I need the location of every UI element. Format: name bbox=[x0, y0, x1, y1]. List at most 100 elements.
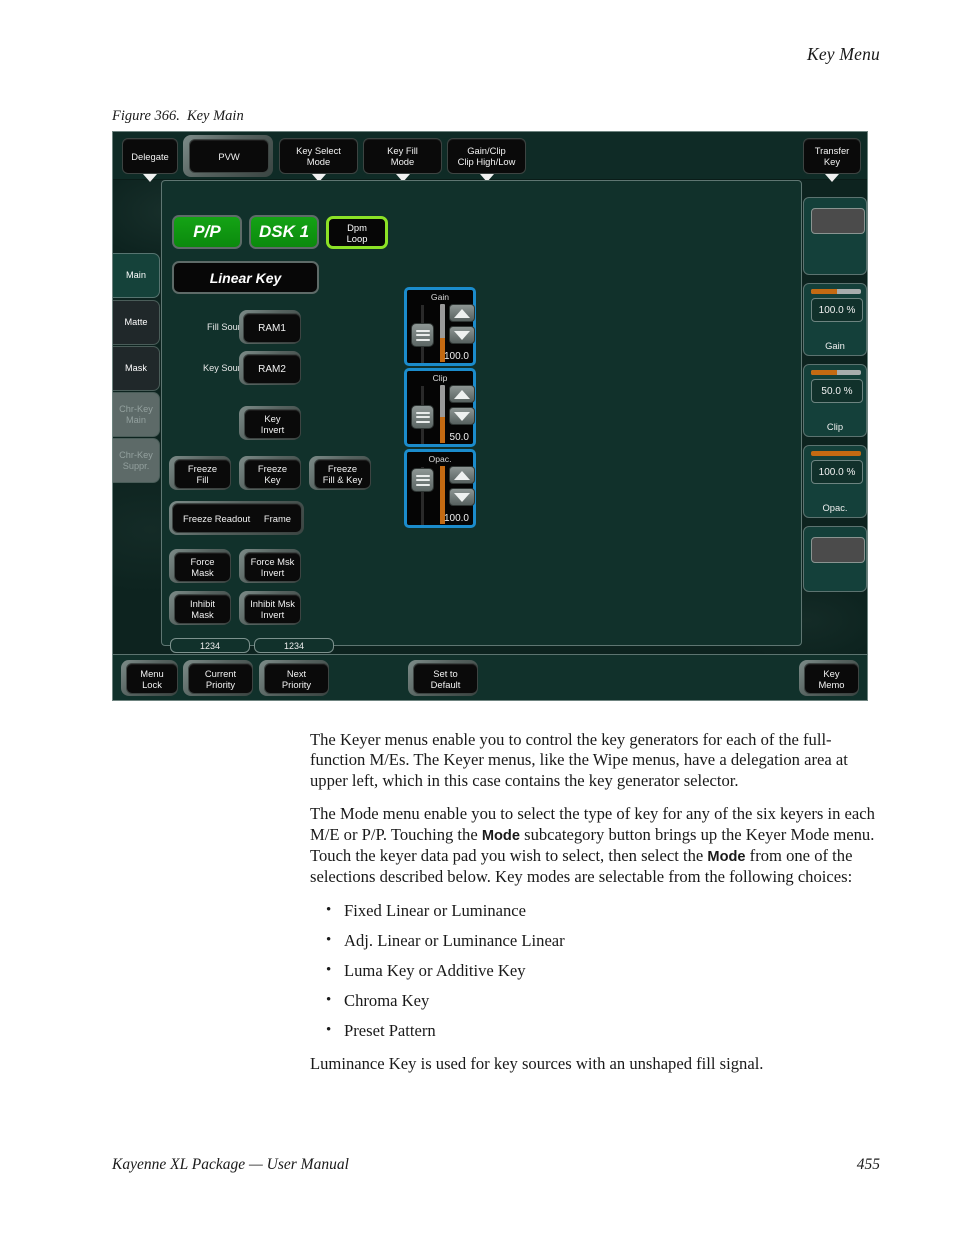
sidebar-item-chroma-key-main-label: Chr-Key Main bbox=[119, 403, 153, 425]
list-item: Fixed Linear or Luminance bbox=[310, 900, 880, 921]
opacity-decrement-button[interactable] bbox=[449, 488, 475, 506]
fill-source-value-label: RAM1 bbox=[258, 322, 286, 334]
sidebar-item-chroma-key-suppr-label: Chr-Key Suppr. bbox=[119, 449, 153, 471]
keyer-dpm-loop-button[interactable]: Dpm Loop bbox=[326, 216, 388, 249]
next-priority-button[interactable]: Next Priority bbox=[264, 663, 329, 694]
soft-knob-5[interactable] bbox=[803, 526, 867, 592]
figure-number: Figure 366. bbox=[112, 108, 180, 124]
triangle-up-icon bbox=[454, 470, 470, 480]
keyer-dsk1-button[interactable]: DSK 1 bbox=[249, 215, 319, 249]
clip-increment-button[interactable] bbox=[449, 385, 475, 403]
key-type-button[interactable]: Linear Key bbox=[172, 261, 319, 294]
key-source-value-label: RAM2 bbox=[258, 363, 286, 375]
opacity-increment-button[interactable] bbox=[449, 466, 475, 484]
current-priority-button[interactable]: Current Priority bbox=[188, 663, 253, 694]
soft-knob-gain[interactable]: 100.0 % Gain bbox=[803, 283, 867, 356]
sidebar-item-main-label: Main bbox=[126, 270, 146, 280]
inhibit-msk-invert-button[interactable]: Inhibit Msk Invert bbox=[244, 594, 301, 624]
inhibit-msk-invert-label: Inhibit Msk Invert bbox=[250, 598, 295, 620]
figure-caption: Figure 366. Key Main bbox=[112, 108, 244, 125]
pvw-label: PVW bbox=[218, 150, 240, 162]
paragraph-1: The Keyer menus enable you to control th… bbox=[310, 730, 848, 790]
transfer-key-button[interactable]: Transfer Key bbox=[803, 138, 861, 182]
page-running-head: Key Menu bbox=[806, 44, 880, 64]
body-copy: The Keyer menus enable you to control th… bbox=[310, 730, 880, 1087]
inhibit-mask-button[interactable]: Inhibit Mask bbox=[174, 594, 231, 624]
menu-lock-label: Menu Lock bbox=[140, 667, 164, 690]
numpad-1[interactable]: 1234 bbox=[170, 638, 250, 653]
freeze-readout-value: Frame bbox=[263, 512, 291, 524]
menu-bottom-bar: Menu Lock Current Priority Next Priority… bbox=[113, 654, 867, 700]
soft-knob-column: 100.0 % Gain 50.0 % Clip 100.0 % Opac. bbox=[799, 180, 867, 646]
keyer-dsk1-label: DSK 1 bbox=[258, 222, 310, 241]
gain-slider-value: 100.0 bbox=[443, 351, 469, 362]
opacity-slider-handle[interactable] bbox=[411, 468, 434, 492]
gain-decrement-button[interactable] bbox=[449, 326, 475, 344]
opacity-slider[interactable]: Opac. 100.0 bbox=[404, 449, 476, 528]
sidebar-item-main[interactable]: Main bbox=[113, 253, 160, 298]
freeze-fill-and-key-button[interactable]: Freeze Fill & Key bbox=[314, 459, 371, 489]
soft-knob-opacity[interactable]: 100.0 % Opac. bbox=[803, 445, 867, 518]
mode-bold-1: Mode bbox=[481, 827, 520, 844]
triangle-up-icon bbox=[454, 389, 470, 399]
fill-source-value[interactable]: RAM1 bbox=[243, 313, 301, 343]
page-footer: Kayenne XL Package — User Manual 455 bbox=[112, 1156, 880, 1174]
numpad-2[interactable]: 1234 bbox=[254, 638, 334, 653]
freeze-readout-field[interactable]: Freeze Readout Frame bbox=[172, 503, 302, 533]
freeze-fill-and-key-label: Freeze Fill & Key bbox=[322, 463, 363, 485]
delegate-button[interactable]: Delegate bbox=[122, 138, 178, 182]
key-fill-mode-label: Key Fill Mode bbox=[387, 145, 418, 167]
force-msk-invert-button[interactable]: Force Msk Invert bbox=[244, 552, 301, 582]
sidebar-item-chroma-key-suppr[interactable]: Chr-Key Suppr. bbox=[113, 438, 160, 483]
list-item: Luma Key or Additive Key bbox=[310, 960, 880, 981]
transfer-key-label: Transfer Key bbox=[814, 145, 850, 167]
key-type-label: Linear Key bbox=[209, 269, 282, 286]
sidebar-item-matte[interactable]: Matte bbox=[113, 300, 160, 345]
opacity-slider-value: 100.0 bbox=[443, 513, 469, 524]
triangle-down-icon bbox=[454, 411, 470, 421]
set-to-default-button[interactable]: Set to Default bbox=[413, 663, 478, 694]
list-item: Adj. Linear or Luminance Linear bbox=[310, 930, 880, 951]
gain-slider[interactable]: Gain 100.0 bbox=[404, 287, 476, 366]
freeze-fill-button[interactable]: Freeze Fill bbox=[174, 459, 231, 489]
key-memo-button[interactable]: Key Memo bbox=[804, 663, 859, 694]
gain-increment-button[interactable] bbox=[449, 304, 475, 322]
clip-slider[interactable]: Clip 50.0 bbox=[404, 368, 476, 447]
soft-knob-clip[interactable]: 50.0 % Clip bbox=[803, 364, 867, 437]
keyer-pp-button[interactable]: P/P bbox=[172, 215, 242, 249]
numpad-2-value: 1234 bbox=[283, 640, 305, 651]
force-mask-button[interactable]: Force Mask bbox=[174, 552, 231, 582]
soft-knob-1[interactable] bbox=[803, 197, 867, 275]
soft-knob-clip-meter bbox=[811, 370, 861, 375]
inhibit-mask-label: Inhibit Mask bbox=[189, 598, 216, 620]
paragraph-3: Luminance Key is used for key sources wi… bbox=[310, 1053, 764, 1073]
key-fill-mode-button[interactable]: Key Fill Mode bbox=[363, 138, 442, 182]
clip-slider-handle[interactable] bbox=[411, 405, 434, 429]
force-mask-label: Force Mask bbox=[190, 556, 215, 578]
key-select-mode-button[interactable]: Key Select Mode bbox=[279, 138, 358, 182]
freeze-key-button[interactable]: Freeze Key bbox=[244, 459, 301, 489]
pvw-button[interactable]: PVW bbox=[189, 139, 269, 173]
force-msk-invert-label: Force Msk Invert bbox=[250, 556, 295, 578]
list-item: Chroma Key bbox=[310, 990, 880, 1011]
switcher-menu-panel: Delegate PVW Key Select Mode Key Fill Mo… bbox=[112, 131, 868, 701]
sidebar-item-chroma-key-main[interactable]: Chr-Key Main bbox=[113, 392, 160, 437]
keyer-dpm-loop-label: Dpm Loop bbox=[346, 221, 368, 244]
gain-slider-handle[interactable] bbox=[411, 323, 434, 347]
paragraph-2: The Mode menu enable you to select the t… bbox=[310, 804, 880, 888]
soft-knob-clip-label: Clip bbox=[826, 421, 844, 432]
menu-lock-button[interactable]: Menu Lock bbox=[126, 663, 178, 694]
key-invert-button[interactable]: Key Invert bbox=[244, 409, 301, 439]
soft-knob-gain-label: Gain bbox=[825, 340, 845, 351]
gain-slider-title: Gain bbox=[430, 292, 450, 302]
gain-clip-mode-button[interactable]: Gain/Clip Clip High/Low bbox=[447, 138, 526, 182]
sidebar-item-mask[interactable]: Mask bbox=[113, 346, 160, 391]
freeze-fill-label: Freeze Fill bbox=[187, 463, 218, 485]
soft-knob-opacity-readout: 100.0 % bbox=[811, 460, 863, 484]
mode-bold-2: Mode bbox=[707, 849, 746, 866]
key-source-value[interactable]: RAM2 bbox=[243, 354, 301, 384]
set-to-default-label: Set to Default bbox=[430, 667, 461, 690]
gain-clip-mode-label: Gain/Clip Clip High/Low bbox=[457, 145, 516, 167]
clip-decrement-button[interactable] bbox=[449, 407, 475, 425]
current-priority-label: Current Priority bbox=[204, 667, 237, 690]
